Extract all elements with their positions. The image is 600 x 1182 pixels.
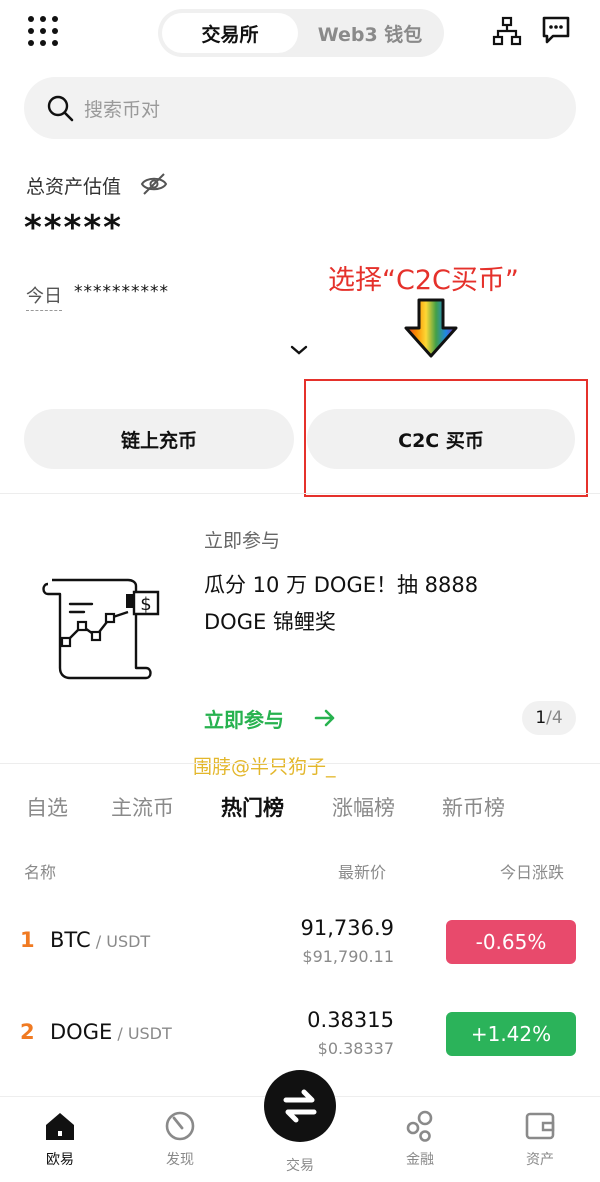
promo-join-link[interactable]: 立即参与 bbox=[204, 704, 284, 733]
row-price: 0.38315 bbox=[307, 1008, 394, 1032]
tab-favorites[interactable]: 自选 bbox=[26, 792, 68, 822]
search-placeholder: 搜索币对 bbox=[84, 99, 161, 121]
c2c-buy-button[interactable]: C2C 买币 bbox=[307, 409, 575, 469]
rainbow-down-arrow-icon bbox=[404, 298, 458, 358]
base-symbol: BTC bbox=[50, 928, 91, 952]
dot bbox=[52, 28, 58, 34]
row-price-usd: $0.38337 bbox=[317, 1039, 394, 1058]
nav-label: 发现 bbox=[166, 1152, 194, 1168]
dot bbox=[40, 40, 46, 46]
quote-symbol: / USDT bbox=[112, 1024, 172, 1043]
tab-hot[interactable]: 热门榜 bbox=[221, 792, 284, 822]
nav-home[interactable]: 欧易 bbox=[20, 1109, 100, 1169]
today-pnl-value: ********** bbox=[74, 282, 169, 302]
annotation-text: 选择“C2C买币” bbox=[328, 265, 519, 296]
tab-new-listings[interactable]: 新币榜 bbox=[442, 792, 505, 822]
eye-hidden-icon[interactable] bbox=[140, 172, 168, 196]
search-icon bbox=[47, 95, 74, 122]
column-change: 今日涨跌 bbox=[500, 863, 565, 882]
row-symbol: DOGE / USDT bbox=[50, 1020, 172, 1044]
nav-label: 资产 bbox=[526, 1152, 554, 1168]
promo-pager: 1/4 bbox=[522, 701, 576, 735]
swap-arrows-icon bbox=[283, 1089, 317, 1123]
divider bbox=[0, 763, 600, 764]
home-icon bbox=[46, 1113, 74, 1140]
mode-switch: 交易所 Web3 钱包 bbox=[158, 9, 444, 57]
dot bbox=[28, 28, 34, 34]
tab-gainers[interactable]: 涨幅榜 bbox=[332, 792, 395, 822]
svg-text:$: $ bbox=[140, 594, 151, 615]
dot bbox=[28, 40, 34, 46]
segment-exchange[interactable]: 交易所 bbox=[162, 13, 298, 53]
nav-label: 金融 bbox=[406, 1152, 434, 1168]
chat-icon[interactable] bbox=[540, 14, 572, 46]
segment-web3-wallet[interactable]: Web3 钱包 bbox=[300, 13, 440, 53]
row-price: 91,736.9 bbox=[300, 916, 394, 940]
trade-fab-button[interactable] bbox=[264, 1070, 336, 1142]
total-assets-value: ***** bbox=[24, 208, 123, 248]
network-icon[interactable] bbox=[492, 16, 522, 46]
nav-discover[interactable]: 发现 bbox=[140, 1109, 220, 1169]
tab-mainstream[interactable]: 主流币 bbox=[111, 792, 174, 822]
change-badge[interactable]: -0.65% bbox=[446, 920, 576, 964]
row-rank: 1 bbox=[20, 928, 35, 952]
column-price: 最新价 bbox=[338, 863, 387, 882]
watermark-text: 围脖@半只狗子_ bbox=[193, 756, 336, 778]
row-symbol: BTC / USDT bbox=[50, 928, 150, 952]
nav-trade[interactable]: 交易 bbox=[260, 1155, 340, 1175]
onchain-deposit-button[interactable]: 链上充币 bbox=[24, 409, 294, 469]
row-rank: 2 bbox=[20, 1020, 35, 1044]
pager-current: 1 bbox=[535, 708, 547, 728]
wallet-icon bbox=[525, 1112, 555, 1140]
dot bbox=[40, 16, 46, 22]
chevron-down-icon[interactable] bbox=[288, 343, 310, 357]
finance-icon bbox=[406, 1110, 433, 1142]
apps-grid-icon[interactable] bbox=[28, 16, 60, 48]
promo-chart-illustration-icon: $ bbox=[42, 578, 160, 680]
promo-subtitle: 立即参与 bbox=[204, 530, 281, 552]
nav-label: 交易 bbox=[286, 1158, 314, 1174]
promo-title[interactable]: 瓜分 10 万 DOGE！抽 8888 DOGE 锦鲤奖 bbox=[204, 567, 544, 641]
row-price-usd: $91,790.11 bbox=[302, 947, 394, 966]
base-symbol: DOGE bbox=[50, 1020, 113, 1044]
discover-icon bbox=[165, 1111, 195, 1141]
quote-symbol: / USDT bbox=[90, 932, 151, 951]
total-assets-label: 总资产估值 bbox=[26, 176, 122, 198]
divider bbox=[0, 493, 600, 494]
search-bar[interactable]: 搜索币对 bbox=[24, 77, 576, 139]
pager-total: /4 bbox=[546, 708, 563, 728]
today-pnl-label[interactable]: 今日 bbox=[26, 282, 62, 311]
nav-label: 欧易 bbox=[46, 1152, 74, 1168]
dot bbox=[28, 16, 34, 22]
nav-assets[interactable]: 资产 bbox=[500, 1109, 580, 1169]
dot bbox=[40, 28, 46, 34]
nav-finance[interactable]: 金融 bbox=[380, 1109, 460, 1169]
change-badge[interactable]: +1.42% bbox=[446, 1012, 576, 1056]
dot bbox=[52, 16, 58, 22]
column-name: 名称 bbox=[24, 863, 57, 882]
arrow-right-icon[interactable] bbox=[314, 708, 336, 728]
dot bbox=[52, 40, 58, 46]
